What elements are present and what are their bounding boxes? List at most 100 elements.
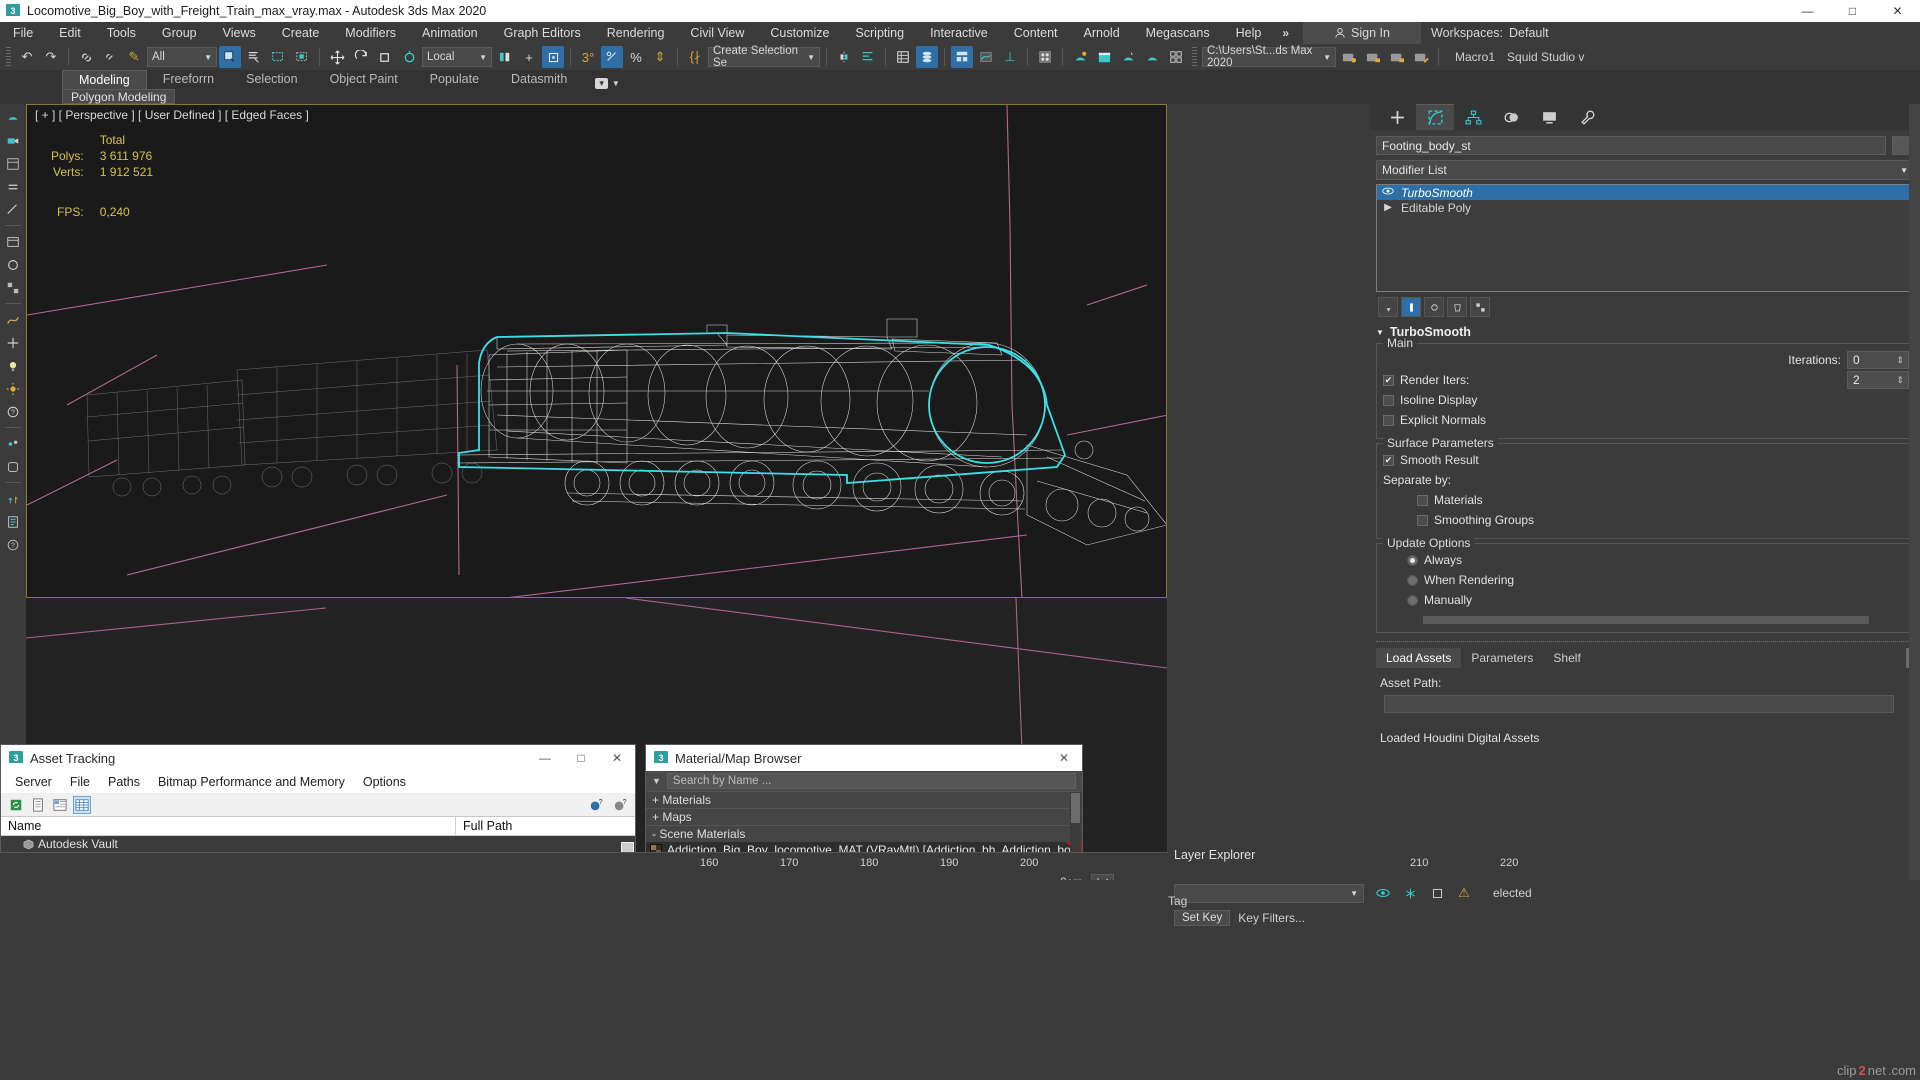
viewport-label[interactable]: [ + ] [ Perspective ] [ User Defined ] [… [35,108,309,122]
studio-label[interactable]: Squid Studio v [1507,50,1584,64]
menu-animation[interactable]: Animation [409,22,491,44]
select-object-icon[interactable] [219,46,241,68]
toggle-ribbon-icon[interactable] [951,46,973,68]
panel-divider[interactable] [1376,641,1914,642]
reference-coordinate-system-dropdown[interactable]: Local ▼ [422,47,492,67]
ribbon-tab-populate[interactable]: Populate [414,70,495,89]
menu-graph-editors[interactable]: Graph Editors [491,22,594,44]
rectangular-selection-region-icon[interactable] [267,46,289,68]
menu-views[interactable]: Views [210,22,269,44]
workspace-selector[interactable]: Workspaces: Default [1431,26,1549,40]
sun-positioner-icon[interactable] [2,378,24,399]
angle-snap-toggle-icon[interactable]: 3° [577,46,599,68]
layer-explorer-icon[interactable] [892,46,914,68]
materials-checkbox[interactable] [1417,494,1428,506]
spinner-arrows-icon[interactable]: ⇕ [1896,375,1908,386]
at-menu-file[interactable]: File [61,775,99,789]
menu-megascans[interactable]: Megascans [1133,22,1223,44]
menu-edit[interactable]: Edit [46,22,94,44]
render-iters-spinner[interactable]: 2 ⇕ [1847,371,1909,389]
menu-content[interactable]: Content [1001,22,1071,44]
render-setup-icon[interactable] [1069,46,1091,68]
polygon-modeling-label[interactable]: Polygon Modeling [62,89,176,104]
spinner-arrows-icon[interactable]: ⇕ [1896,355,1908,366]
project-settings-icon[interactable] [1410,46,1432,68]
update-when-rendering-radio[interactable] [1407,574,1418,586]
mirror-icon[interactable] [833,46,855,68]
asset-tracking-close-button[interactable]: ✕ [599,745,635,771]
window-crossing-icon[interactable] [291,46,313,68]
eye-icon[interactable] [1381,186,1395,199]
rendered-frame-window-icon[interactable] [1093,46,1115,68]
schematic-view-icon[interactable]: ⊥ [999,46,1021,68]
edit-named-selection-sets-icon[interactable]: {∤ [684,46,706,68]
paint-deform-icon[interactable] [2,107,24,128]
scene-explorer-icon[interactable] [916,46,938,68]
help-icon[interactable]: ? [2,401,24,422]
at-menu-bitmap-performance[interactable]: Bitmap Performance and Memory [149,775,354,789]
unhide-all-icon[interactable] [1372,882,1394,904]
modifier-list-dropdown[interactable]: Modifier List ▼ [1376,160,1914,180]
modifier-stack-item-turbosmooth[interactable]: TurboSmooth [1377,185,1913,200]
tab-parameters[interactable]: Parameters [1461,648,1544,668]
menu-create[interactable]: Create [269,22,333,44]
explicit-normals-checkbox[interactable] [1383,414,1394,426]
project-folder-dropdown[interactable]: C:\Users\St...ds Max 2020 ▼ [1202,45,1336,69]
render-production-icon[interactable] [1117,46,1139,68]
scene-notes-icon[interactable] [2,511,24,532]
command-panel-scrollbar[interactable] [1909,104,1920,988]
show-end-result-icon[interactable] [1401,297,1421,317]
menu-interactive[interactable]: Interactive [917,22,1001,44]
asset-path-input[interactable] [1384,695,1894,713]
update-always-radio[interactable] [1407,554,1418,566]
material-editor-icon[interactable] [1034,46,1056,68]
undo-icon[interactable]: ↶ [16,46,38,68]
helpers-icon[interactable] [2,332,24,353]
question-icon[interactable]: ? [2,534,24,555]
menu-tools[interactable]: Tools [94,22,149,44]
camera-sequencer-icon[interactable] [2,130,24,151]
smoothing-groups-checkbox[interactable] [1417,514,1428,526]
group-maps[interactable]: + Maps [646,808,1082,825]
open-project-icon[interactable] [1362,46,1384,68]
pin-stack-icon[interactable] [1378,297,1398,317]
asset-tracking-minimize-button[interactable]: — [527,745,563,771]
snaps-toggle-icon[interactable] [542,46,564,68]
tab-create[interactable] [1378,104,1416,130]
redo-icon[interactable]: ↷ [40,46,62,68]
configure-modifier-sets-icon[interactable] [1470,297,1490,317]
use-pivot-point-center-icon[interactable] [494,46,516,68]
refresh-icon[interactable] [7,796,25,814]
remove-modifier-icon[interactable] [1447,297,1467,317]
mass-fx-icon[interactable] [2,456,24,477]
warning-icon[interactable]: ⚠ [1453,882,1475,904]
percent-label-icon[interactable]: % [625,46,647,68]
filter-dropdown-icon[interactable]: ▼ [652,776,661,786]
group-materials[interactable]: + Materials [646,791,1082,808]
populate-icon[interactable] [2,488,24,509]
render-iters-checkbox[interactable]: ✔ [1383,374,1394,386]
unlink-selection-icon[interactable] [99,46,121,68]
scrollbar-thumb[interactable] [1071,793,1080,823]
material-browser-close-button[interactable]: ✕ [1046,745,1082,771]
spline-icon[interactable] [2,309,24,330]
percent-snap-toggle-icon[interactable] [601,46,623,68]
content-browser-icon[interactable] [2,231,24,252]
bind-to-space-warp-icon[interactable]: ✎ [123,46,145,68]
help-globe-icon[interactable]: ? [587,796,605,814]
measure-icon[interactable] [2,199,24,220]
at-menu-paths[interactable]: Paths [99,775,149,789]
menu-scripting[interactable]: Scripting [842,22,917,44]
column-name[interactable]: Name [1,817,456,835]
modifier-stack-item-editable-poly[interactable]: ▶ Editable Poly [1377,200,1913,215]
select-and-scale-icon[interactable] [374,46,396,68]
layer-explorer-bar[interactable]: Layer Explorer [1168,844,1368,866]
state-sets-icon[interactable] [2,153,24,174]
make-unique-icon[interactable] [1424,297,1444,317]
menu-arnold[interactable]: Arnold [1071,22,1133,44]
select-and-manipulate-icon[interactable]: + [518,46,540,68]
tab-motion[interactable] [1492,104,1530,130]
search-input[interactable]: Search by Name ... [666,773,1076,789]
perspective-viewport[interactable]: [ + ] [ Perspective ] [ User Defined ] [… [26,104,1167,598]
spinner-snap-toggle-icon[interactable]: ⇕ [649,46,671,68]
